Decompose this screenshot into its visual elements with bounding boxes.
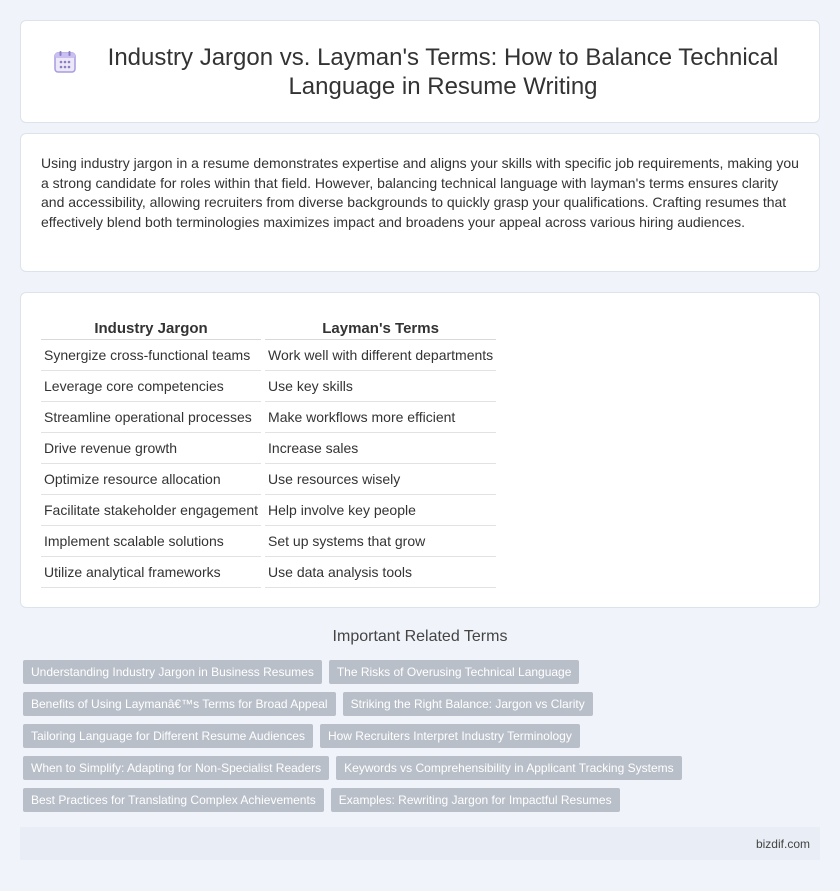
related-term-tag[interactable]: Understanding Industry Jargon in Busines… bbox=[23, 660, 322, 684]
footer-site-link[interactable]: bizdif.com bbox=[756, 837, 810, 851]
header-laymans-terms: Layman's Terms bbox=[265, 316, 497, 340]
calendar-grid-icon bbox=[54, 50, 76, 73]
layman-cell: Increase sales bbox=[265, 433, 497, 464]
jargon-cell: Leverage core competencies bbox=[41, 371, 262, 402]
related-term-tag[interactable]: Keywords vs Comprehensibility in Applica… bbox=[336, 756, 682, 780]
tag-row: Tailoring Language for Different Resume … bbox=[23, 724, 823, 748]
page-title: Industry Jargon vs. Layman's Terms: How … bbox=[107, 43, 779, 100]
table-row: Synergize cross-functional teams Work we… bbox=[41, 340, 497, 371]
related-term-tag[interactable]: Best Practices for Translating Complex A… bbox=[23, 788, 324, 812]
jargon-cell: Drive revenue growth bbox=[41, 433, 262, 464]
related-term-tag[interactable]: The Risks of Overusing Technical Languag… bbox=[328, 660, 580, 684]
layman-cell: Use resources wisely bbox=[265, 464, 497, 495]
related-terms-tags: Understanding Industry Jargon in Busines… bbox=[23, 660, 823, 820]
header-card: Industry Jargon vs. Layman's Terms: How … bbox=[20, 20, 820, 123]
layman-cell: Set up systems that grow bbox=[265, 526, 497, 557]
tag-row: When to Simplify: Adapting for Non-Speci… bbox=[23, 756, 823, 780]
related-term-tag[interactable]: Striking the Right Balance: Jargon vs Cl… bbox=[342, 692, 593, 716]
jargon-cell: Streamline operational processes bbox=[41, 402, 262, 433]
related-terms-title: Important Related Terms bbox=[332, 628, 508, 645]
footer: bizdif.com bbox=[20, 827, 820, 860]
table-row: Drive revenue growth Increase sales bbox=[41, 433, 497, 464]
table-row: Facilitate stakeholder engagement Help i… bbox=[41, 495, 497, 526]
tag-row: Best Practices for Translating Complex A… bbox=[23, 788, 823, 812]
tag-row: Benefits of Using Laymanâ€™s Terms for B… bbox=[23, 692, 823, 716]
layman-cell: Use data analysis tools bbox=[265, 557, 497, 588]
table-row: Utilize analytical frameworks Use data a… bbox=[41, 557, 497, 588]
table-row: Leverage core competencies Use key skill… bbox=[41, 371, 497, 402]
related-term-tag[interactable]: Benefits of Using Laymanâ€™s Terms for B… bbox=[23, 692, 336, 716]
comparison-table-card: Industry Jargon Layman's Terms Synergize… bbox=[20, 292, 820, 608]
layman-cell: Make workflows more efficient bbox=[265, 402, 497, 433]
layman-cell: Work well with different departments bbox=[265, 340, 497, 371]
related-term-tag[interactable]: When to Simplify: Adapting for Non-Speci… bbox=[23, 756, 330, 780]
layman-cell: Help involve key people bbox=[265, 495, 497, 526]
layman-cell: Use key skills bbox=[265, 371, 497, 402]
jargon-cell: Synergize cross-functional teams bbox=[41, 340, 262, 371]
related-term-tag[interactable]: Tailoring Language for Different Resume … bbox=[23, 724, 313, 748]
table-row: Streamline operational processes Make wo… bbox=[41, 402, 497, 433]
header-inner: Industry Jargon vs. Layman's Terms: How … bbox=[52, 43, 788, 101]
tag-row: Understanding Industry Jargon in Busines… bbox=[23, 660, 823, 684]
intro-card: Using industry jargon in a resume demons… bbox=[20, 133, 820, 272]
table-row: Optimize resource allocation Use resourc… bbox=[41, 464, 497, 495]
table-header-row: Industry Jargon Layman's Terms bbox=[41, 316, 497, 340]
related-term-tag[interactable]: How Recruiters Interpret Industry Termin… bbox=[319, 724, 580, 748]
table-row: Implement scalable solutions Set up syst… bbox=[41, 526, 497, 557]
intro-paragraph: Using industry jargon in a resume demons… bbox=[41, 155, 799, 230]
jargon-cell: Facilitate stakeholder engagement bbox=[41, 495, 262, 526]
related-term-tag[interactable]: Examples: Rewriting Jargon for Impactful… bbox=[330, 788, 620, 812]
jargon-cell: Utilize analytical frameworks bbox=[41, 557, 262, 588]
jargon-cell: Optimize resource allocation bbox=[41, 464, 262, 495]
comparison-table: Industry Jargon Layman's Terms Synergize… bbox=[37, 316, 500, 588]
header-industry-jargon: Industry Jargon bbox=[41, 316, 262, 340]
jargon-cell: Implement scalable solutions bbox=[41, 526, 262, 557]
